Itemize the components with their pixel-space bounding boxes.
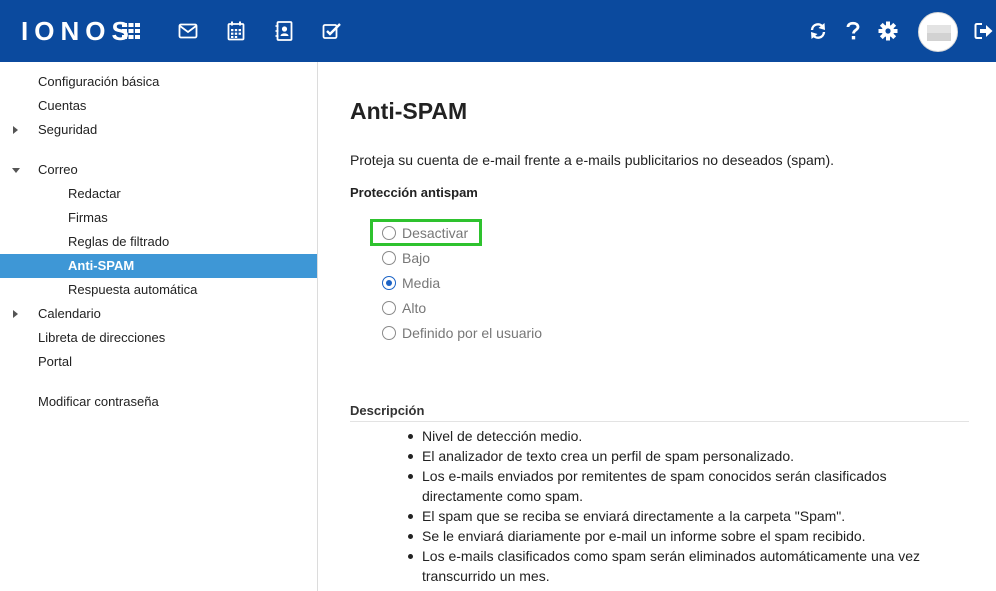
tasks-icon[interactable]	[320, 19, 344, 43]
description-title: Descripción	[350, 403, 425, 418]
description-list: Nivel de detección medio. El analizador …	[406, 426, 946, 586]
sidebar-item-label: Portal	[38, 354, 72, 369]
list-item: El spam que se reciba se enviará directa…	[406, 506, 946, 526]
sidebar-item-correo[interactable]: Correo	[0, 158, 317, 182]
sidebar-item-label: Cuentas	[38, 98, 87, 113]
radio-button[interactable]	[382, 326, 396, 340]
radio-label: Definido por el usuario	[402, 325, 543, 341]
sidebar-item-label: Correo	[38, 162, 78, 177]
radio-label: Desactivar	[402, 225, 469, 241]
list-item: Nivel de detección medio.	[406, 426, 946, 446]
mail-icon[interactable]	[176, 19, 200, 43]
radio-button[interactable]	[382, 251, 396, 265]
sidebar-item-firmas[interactable]: Firmas	[0, 206, 317, 230]
sidebar-item-modificar-contrasena[interactable]: Modificar contraseña	[0, 390, 317, 414]
list-item: Se le enviará diariamente por e-mail un …	[406, 526, 946, 546]
sidebar-item-label: Configuración básica	[38, 74, 160, 89]
list-item: Los e-mails clasificados como spam serán…	[406, 546, 946, 586]
sidebar-item-respuesta-automatica[interactable]: Respuesta automática	[0, 278, 317, 302]
sidebar-item-cuentas[interactable]: Cuentas	[0, 94, 317, 118]
sidebar-item-label: Firmas	[68, 210, 108, 225]
sidebar-item-redactar[interactable]: Redactar	[0, 182, 317, 206]
calendar-icon[interactable]	[224, 19, 248, 43]
sidebar-item-label: Libreta de direcciones	[38, 330, 166, 345]
sidebar-item-label: Modificar contraseña	[38, 394, 159, 409]
contacts-icon[interactable]	[272, 19, 296, 43]
caret-down-icon[interactable]	[12, 168, 20, 173]
sidebar-item-portal[interactable]: Portal	[0, 350, 317, 374]
avatar[interactable]	[918, 12, 958, 52]
sidebar-item-configuracion-basica[interactable]: Configuración básica	[0, 70, 317, 94]
sidebar-item-reglas-de-filtrado[interactable]: Reglas de filtrado	[0, 230, 317, 254]
sidebar-item-anti-spam[interactable]: Anti-SPAM	[0, 254, 317, 278]
help-icon[interactable]	[841, 19, 865, 43]
sidebar: Configuración básica Cuentas Seguridad C…	[0, 62, 318, 591]
radio-button-checked[interactable]	[382, 276, 396, 290]
refresh-icon[interactable]	[806, 19, 830, 43]
sidebar-item-seguridad[interactable]: Seguridad	[0, 118, 317, 142]
protection-section-title: Protección antispam	[350, 185, 478, 200]
main-content: Anti-SPAM Proteja su cuenta de e-mail fr…	[318, 62, 996, 591]
radio-button[interactable]	[382, 226, 396, 240]
sidebar-item-calendario[interactable]: Calendario	[0, 302, 317, 326]
logout-icon[interactable]	[972, 19, 996, 43]
sidebar-item-label: Respuesta automática	[68, 282, 198, 297]
settings-icon[interactable]	[876, 19, 900, 43]
list-item: Los e-mails enviados por remitentes de s…	[406, 466, 946, 506]
page-title: Anti-SPAM	[350, 98, 468, 124]
sidebar-item-label: Calendario	[38, 306, 101, 321]
top-bar: IONOS	[0, 0, 996, 62]
sidebar-item-label: Reglas de filtrado	[68, 234, 170, 249]
radio-label: Alto	[402, 300, 427, 316]
sidebar-item-label: Redactar	[68, 186, 121, 201]
ionos-logo[interactable]: IONOS	[21, 17, 135, 45]
sidebar-item-label: Seguridad	[38, 122, 98, 137]
sidebar-item-libreta-de-direcciones[interactable]: Libreta de direcciones	[0, 326, 317, 350]
divider	[350, 421, 969, 422]
radio-button[interactable]	[382, 301, 396, 315]
sidebar-item-label: Anti-SPAM	[68, 258, 135, 273]
caret-right-icon[interactable]	[13, 126, 18, 134]
radio-label: Media	[402, 275, 441, 291]
apps-grid-icon[interactable]	[119, 19, 143, 43]
list-item: El analizador de texto crea un perfil de…	[406, 446, 946, 466]
caret-right-icon[interactable]	[13, 310, 18, 318]
radio-label: Bajo	[402, 250, 431, 266]
intro-text: Proteja su cuenta de e-mail frente a e-m…	[350, 152, 835, 168]
avatar-image	[927, 25, 951, 41]
